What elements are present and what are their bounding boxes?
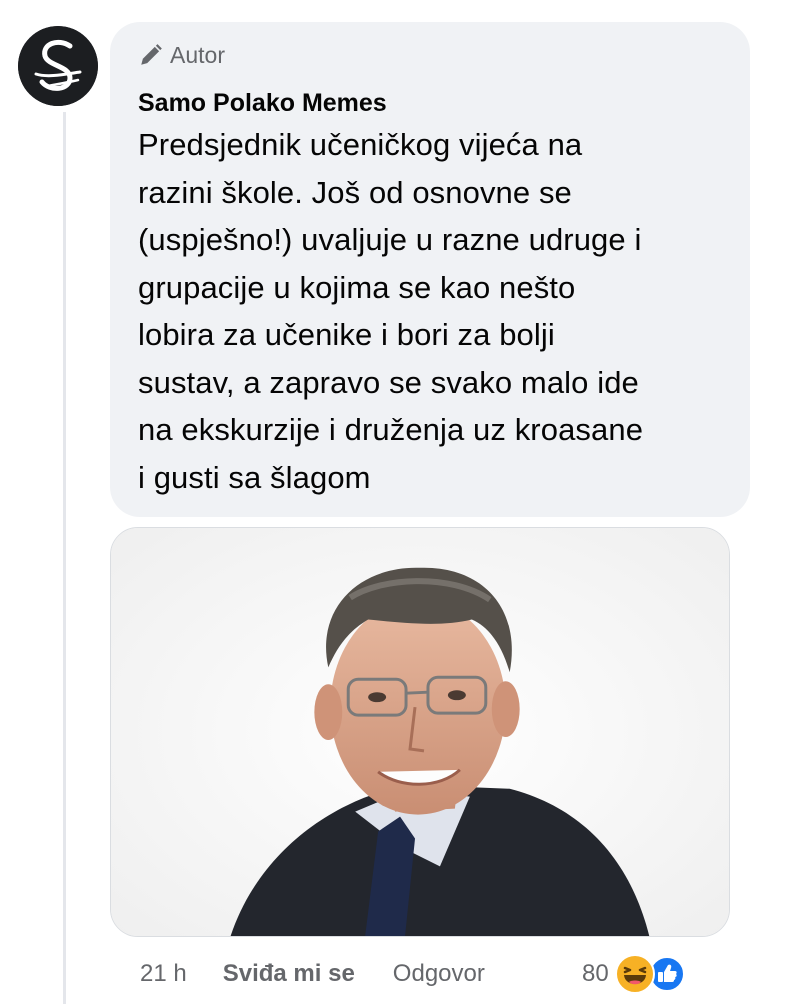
avatar[interactable]: [18, 26, 98, 106]
comment-image[interactable]: [110, 527, 730, 937]
reactions-summary[interactable]: 80: [582, 952, 689, 996]
reaction-icons: [613, 952, 689, 996]
thread-line: [63, 112, 66, 1004]
haha-icon: [614, 954, 655, 994]
author-badge: Autor: [138, 38, 722, 72]
comment-timestamp[interactable]: 21 h: [140, 960, 187, 988]
pencil-icon: [141, 44, 162, 65]
comment-actions: 21 h Sviđa mi se Odgovor: [140, 950, 485, 998]
author-name[interactable]: Samo Polako Memes: [138, 88, 722, 118]
portrait-photo: [111, 528, 729, 936]
reply-button[interactable]: Odgovor: [393, 960, 485, 988]
comment-text: Predsjednik učeničkog vijeća na razini š…: [138, 127, 644, 495]
like-button[interactable]: Sviđa mi se: [223, 960, 355, 988]
reaction-count: 80: [582, 960, 609, 987]
page-logo-icon: [18, 26, 98, 106]
author-badge-label: Autor: [170, 41, 225, 68]
comment-bubble: Autor Samo Polako Memes Predsjednik učen…: [110, 22, 750, 517]
